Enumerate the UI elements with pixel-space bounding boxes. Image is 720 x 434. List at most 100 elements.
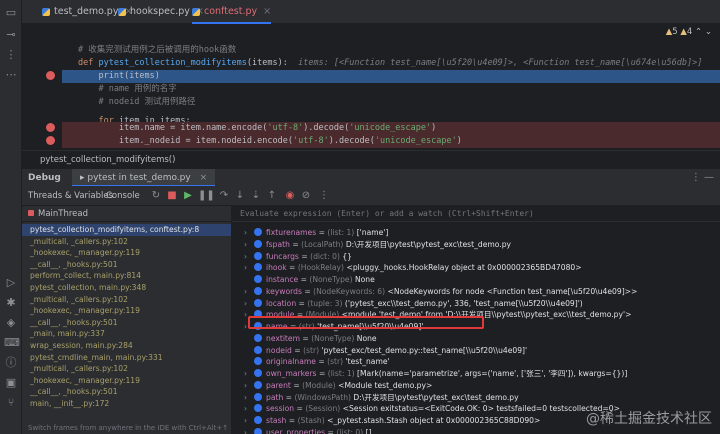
folder-icon[interactable]: ▭: [4, 6, 18, 20]
variable-row[interactable]: › ihook = (HookRelay) <pluggy._hooks.Hook…: [232, 262, 720, 274]
code-text: ).decode(: [328, 136, 375, 146]
close-icon[interactable]: ×: [200, 173, 208, 183]
stack-frame[interactable]: pytest_collection_modifyitems, conftest.…: [22, 224, 231, 236]
git-icon[interactable]: ⑂: [4, 396, 18, 410]
mute-breakpoints-icon[interactable]: ⊘: [300, 190, 312, 202]
stack-frame[interactable]: __call__, _hooks.py:501: [22, 317, 231, 329]
stack-frame[interactable]: _multicall, _callers.py:102: [22, 294, 231, 306]
field-icon: [254, 427, 262, 434]
stack-frame[interactable]: wrap_session, main.py:284: [22, 340, 231, 352]
breadcrumb[interactable]: pytest_collection_modifyitems(): [22, 150, 720, 168]
code-keyword: def: [78, 58, 94, 68]
editor-gutter[interactable]: [22, 24, 62, 168]
chevron-right-icon[interactable]: ›: [244, 286, 254, 298]
commit-icon[interactable]: ⊸: [4, 28, 18, 42]
stack-frame[interactable]: pytest_cmdline_main, main.py:331: [22, 352, 231, 364]
close-icon[interactable]: ×: [263, 6, 271, 17]
tab-console[interactable]: Console: [106, 186, 140, 206]
stack-frame[interactable]: perform_collect, main.py:814: [22, 270, 231, 282]
chevron-right-icon[interactable]: ›: [244, 251, 254, 263]
variable-row[interactable]: nodeid = (str) 'pytest_exc/test_demo.py:…: [232, 345, 720, 357]
problems-icon[interactable]: ⓘ: [4, 356, 18, 370]
variable-type: (NoneType): [311, 333, 355, 343]
inspection-widget[interactable]: ▲5 ▲4 ⌃ ⌄: [666, 27, 712, 37]
breakpoint-icon[interactable]: [46, 71, 55, 80]
python-packages-icon[interactable]: ◈: [4, 316, 18, 330]
stack-frame[interactable]: __call__, _hooks.py:501: [22, 259, 231, 271]
thread-selector[interactable]: MainThread: [22, 206, 231, 222]
variable-row[interactable]: › fspath = (LocalPath) D:\开发项目\pytest\pyt…: [232, 239, 720, 251]
run-config-label: pytest in test_demo.py: [87, 173, 191, 183]
step-into-icon[interactable]: ↓: [234, 190, 246, 202]
variable-row[interactable]: originalname = (str) 'test_name': [232, 356, 720, 368]
stack-frame[interactable]: _multicall, _callers.py:102: [22, 236, 231, 248]
tab-hookspec[interactable]: hookspec.py×: [118, 0, 204, 24]
code-text: ): [456, 136, 462, 146]
python-file-icon: [192, 8, 200, 16]
view-breakpoints-icon[interactable]: ◉: [284, 190, 296, 202]
variable-row[interactable]: › funcargs = (dict: 0) {}: [232, 251, 720, 263]
variable-row[interactable]: › own_markers = (list: 1) [Mark(name='par…: [232, 368, 720, 380]
variable-row[interactable]: › parent = (Module) <Module test_demo.py>: [232, 380, 720, 392]
chevron-down-icon[interactable]: ⌄: [705, 27, 712, 37]
code-function-name: pytest_collection_modifyitems: [98, 58, 247, 68]
chevron-right-icon[interactable]: ›: [244, 298, 254, 310]
resume-icon[interactable]: ▶: [182, 190, 194, 202]
stack-frame[interactable]: _hookexec, _manager.py:119: [22, 375, 231, 387]
run-icon[interactable]: ▷: [4, 276, 18, 290]
stop-icon[interactable]: ■: [166, 190, 178, 202]
code-line: # nodeid 测试用例路径: [62, 96, 720, 109]
more-options-icon[interactable]: ⋮ —: [691, 169, 714, 187]
stack-frame[interactable]: _hookexec, _manager.py:119: [22, 247, 231, 259]
chevron-right-icon[interactable]: ›: [244, 239, 254, 251]
code-editor[interactable]: ▲5 ▲4 ⌃ ⌄ # 收集完测试用例之后被调用的hook函数 def pyte…: [22, 24, 720, 168]
variable-row[interactable]: › fixturenames = (list: 1) ['name']: [232, 227, 720, 239]
chevron-right-icon[interactable]: ›: [244, 262, 254, 274]
breakpoint-icon[interactable]: [46, 123, 55, 132]
run-config-tab[interactable]: ▸ pytest in test_demo.py ×: [72, 169, 216, 187]
stack-frame[interactable]: _hookexec, _manager.py:119: [22, 305, 231, 317]
variable-row[interactable]: nextitem = (NoneType) None: [232, 333, 720, 345]
step-into-my-code-icon[interactable]: ⇣: [250, 190, 262, 202]
stack-frame[interactable]: pytest_collection, main.py:348: [22, 282, 231, 294]
chevron-right-icon[interactable]: ›: [244, 403, 254, 415]
variable-row[interactable]: › location = (tuple: 3) ('pytest_exc\\tes…: [232, 298, 720, 310]
step-over-icon[interactable]: ↷: [218, 190, 230, 202]
tab-conftest[interactable]: conftest.py ×: [192, 0, 272, 24]
tab-threads-variables[interactable]: Threads & Variables: [28, 186, 113, 206]
python-console-icon[interactable]: ⌨: [4, 336, 20, 350]
more-icon[interactable]: ⋯: [4, 68, 18, 82]
chevron-right-icon[interactable]: ›: [244, 415, 254, 427]
variable-row[interactable]: › keywords = (NodeKeywords: 6) <NodeKeywo…: [232, 286, 720, 298]
step-out-icon[interactable]: ↑: [266, 190, 278, 202]
code-comment: # nodeid 测试用例路径: [98, 97, 196, 107]
stack-frame[interactable]: _multicall, _callers.py:102: [22, 363, 231, 375]
chevron-right-icon[interactable]: ›: [244, 368, 254, 380]
variable-value: 'test_name': [345, 357, 390, 367]
structure-icon[interactable]: ⋮: [4, 48, 18, 62]
stack-frame[interactable]: main, __init__.py:172: [22, 398, 231, 410]
field-icon: [254, 369, 262, 377]
breakpoint-icon[interactable]: [46, 136, 55, 145]
chevron-right-icon[interactable]: ›: [244, 380, 254, 392]
debug-icon[interactable]: ✱: [4, 296, 18, 310]
stack-frame[interactable]: _main, main.py:337: [22, 328, 231, 340]
variable-name: own_markers: [266, 369, 317, 378]
code-text: print(items): [98, 71, 160, 81]
variable-row[interactable]: › path = (WindowsPath) D:\开发项目\pytest\pyt…: [232, 392, 720, 404]
chevron-right-icon[interactable]: ›: [244, 392, 254, 404]
chevron-right-icon[interactable]: ›: [244, 227, 254, 239]
debug-title: Debug: [28, 173, 61, 183]
rerun-icon[interactable]: ↻: [150, 190, 162, 202]
chevron-right-icon[interactable]: ›: [244, 427, 254, 434]
stack-frame[interactable]: __call__, _hooks.py:501: [22, 386, 231, 398]
terminal-icon[interactable]: ▣: [4, 376, 18, 390]
more-icon[interactable]: ⋮: [318, 190, 330, 202]
chevron-up-icon[interactable]: ⌃: [695, 27, 702, 37]
pause-icon[interactable]: ❚❚: [198, 190, 215, 202]
evaluate-expression-input[interactable]: [232, 206, 720, 222]
variable-value: [Mark(name='parametrize', args=('name', …: [357, 369, 628, 378]
breakpoint-line: item.name = item.name.encode('utf-8').de…: [62, 122, 720, 135]
variable-row[interactable]: instance = (NoneType) None: [232, 274, 720, 286]
variable-value: ['name']: [356, 228, 389, 237]
